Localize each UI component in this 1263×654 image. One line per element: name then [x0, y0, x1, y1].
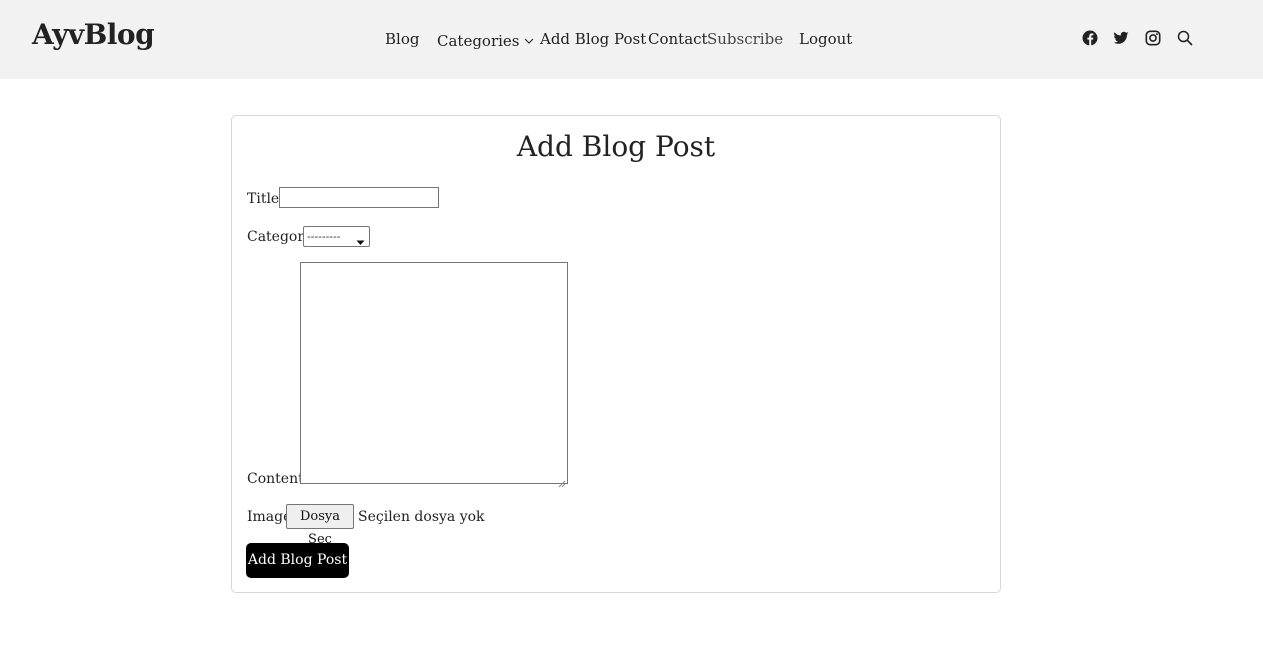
site-header: AyvBlog Blog Categories Add Blog Post Co… [0, 0, 1263, 79]
chevron-down-icon [356, 233, 365, 252]
add-post-form-card: Add Blog Post Title: Category: ---------… [231, 115, 1001, 593]
choose-file-button[interactable]: Dosya Seç [286, 504, 354, 547]
nav-subscribe[interactable]: Subscribe [707, 30, 783, 48]
category-select[interactable]: --------- [303, 226, 370, 247]
page-title: Add Blog Post [516, 130, 716, 163]
nav-contact[interactable]: Contact [648, 30, 708, 48]
instagram-icon[interactable] [1145, 30, 1161, 46]
resize-handle-icon[interactable] [557, 473, 566, 488]
category-selected-value: --------- [307, 230, 341, 243]
nav-blog[interactable]: Blog [385, 30, 419, 48]
facebook-icon[interactable] [1082, 30, 1098, 46]
nav-categories-label: Categories [437, 32, 520, 50]
search-icon[interactable] [1177, 30, 1193, 46]
twitter-icon[interactable] [1113, 30, 1129, 46]
add-blog-post-button[interactable]: Add Blog Post [246, 543, 349, 578]
nav-add-blog-post[interactable]: Add Blog Post [540, 30, 646, 48]
content-textarea[interactable] [300, 262, 568, 488]
site-logo[interactable]: AyvBlog [32, 18, 155, 51]
nav-logout[interactable]: Logout [799, 30, 852, 48]
title-input[interactable] [279, 187, 439, 208]
chevron-down-icon [524, 30, 534, 48]
file-status-text: Seçilen dosya yok [358, 509, 485, 525]
nav-categories[interactable]: Categories [437, 30, 534, 50]
